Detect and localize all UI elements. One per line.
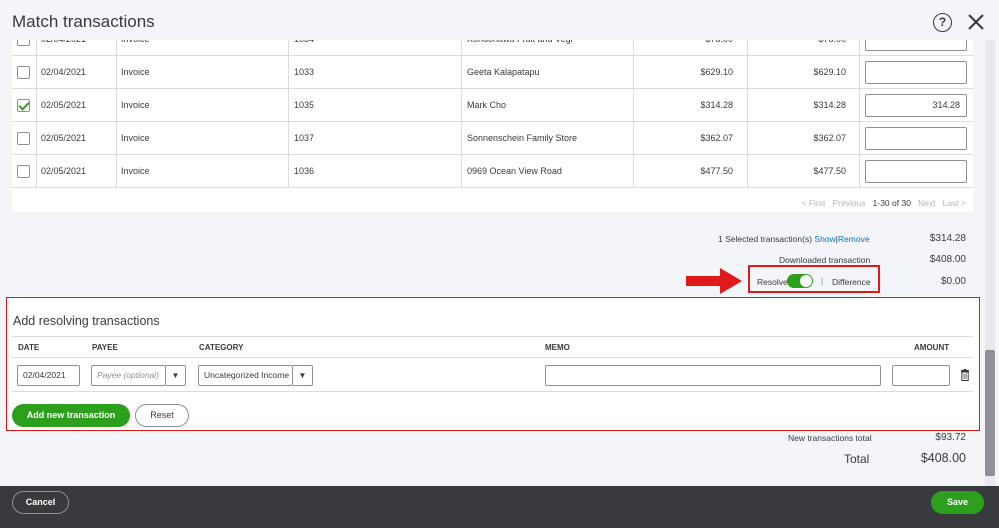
- selected-amount: $314.28: [929, 233, 966, 244]
- remove-link[interactable]: Remove: [838, 234, 870, 244]
- table-row[interactable]: 02/04/2021 Invoice 1034 Kondonawu Fruit …: [12, 40, 973, 56]
- row-type: Invoice: [121, 133, 150, 143]
- downloaded-label: Downloaded transaction: [779, 255, 871, 265]
- downloaded-amount: $408.00: [929, 254, 966, 265]
- row-checkbox[interactable]: [17, 165, 30, 178]
- red-arrow-icon: [686, 268, 742, 294]
- selected-summary: 1 Selected transaction(s) Show|Remove: [718, 234, 870, 244]
- row-original-amount: $362.07: [813, 133, 846, 143]
- close-icon[interactable]: [966, 12, 986, 32]
- row-checkbox[interactable]: [17, 132, 30, 145]
- row-number: 1035: [294, 100, 315, 110]
- new-transactions-total-label: New transactions total: [788, 433, 872, 443]
- category-select[interactable]: Uncategorized Income: [198, 365, 293, 386]
- pagination: < First Previous 1-30 of 30 Next Last >: [700, 198, 966, 208]
- col-memo: MEMO: [545, 343, 570, 352]
- col-date: DATE: [18, 343, 40, 352]
- pager-first[interactable]: < First: [802, 198, 826, 208]
- difference-label: Difference: [832, 277, 871, 287]
- resolving-transactions-panel: Add resolving transactions DATE PAYEE CA…: [6, 297, 980, 431]
- row-name: Geeta Kalapatapu: [467, 67, 540, 77]
- col-category: CATEGORY: [199, 343, 244, 352]
- resolving-row: 02/04/2021 Payee (optional) ▼ Uncategori…: [12, 359, 973, 392]
- row-date: 02/05/2021: [41, 100, 87, 110]
- resolve-toggle[interactable]: [787, 274, 813, 288]
- new-transactions-total-amount: $93.72: [935, 432, 966, 443]
- pager-previous[interactable]: Previous: [832, 198, 865, 208]
- row-number: 1033: [294, 67, 315, 77]
- row-original-amount: $629.10: [813, 67, 846, 77]
- transactions-table: 02/04/2021 Invoice 1034 Kondonawu Fruit …: [12, 40, 973, 212]
- difference-amount: $0.00: [940, 276, 966, 287]
- payee-input[interactable]: Payee (optional): [91, 365, 166, 386]
- resolve-label: Resolve: [757, 277, 788, 287]
- col-payee: PAYEE: [92, 343, 118, 352]
- save-button[interactable]: Save: [931, 491, 984, 514]
- chevron-down-icon[interactable]: ▼: [293, 365, 313, 386]
- cancel-button[interactable]: Cancel: [12, 491, 69, 514]
- payment-input[interactable]: 314.28: [865, 94, 967, 117]
- row-original-amount: $78.00: [748, 40, 846, 56]
- row-name: Kondonawu Fruit and Vegi: [467, 40, 573, 56]
- row-name: 0969 Ocean View Road: [467, 166, 562, 176]
- row-type: Invoice: [121, 100, 150, 110]
- resolving-title: Add resolving transactions: [13, 314, 160, 328]
- table-row[interactable]: 02/05/2021 Invoice 1036 0969 Ocean View …: [12, 155, 973, 188]
- pager-range: 1-30 of 30: [872, 198, 911, 208]
- reset-button[interactable]: Reset: [135, 404, 189, 427]
- row-checkbox[interactable]: [17, 66, 30, 79]
- row-open-balance: $629.10: [700, 67, 733, 77]
- payment-input[interactable]: [865, 160, 967, 183]
- date-input[interactable]: 02/04/2021: [17, 365, 80, 386]
- table-row[interactable]: 02/05/2021 Invoice 1037 Sonnenschein Fam…: [12, 122, 973, 155]
- pager-next[interactable]: Next: [918, 198, 935, 208]
- page-title: Match transactions: [12, 12, 155, 31]
- row-number: 1036: [294, 166, 315, 176]
- trash-icon[interactable]: [960, 369, 970, 381]
- row-checkbox-checked[interactable]: [17, 99, 30, 112]
- total-amount: $408.00: [920, 451, 966, 465]
- row-type: Invoice: [121, 67, 150, 77]
- pager-last[interactable]: Last >: [943, 198, 966, 208]
- show-link[interactable]: Show: [814, 234, 835, 244]
- row-original-amount: $314.28: [813, 100, 846, 110]
- row-date: 02/05/2021: [41, 166, 87, 176]
- modal-header: Match transactions ?: [0, 0, 999, 40]
- row-open-balance: $314.28: [700, 100, 733, 110]
- resolving-table-header: DATE PAYEE CATEGORY MEMO AMOUNT: [12, 336, 973, 358]
- row-name: Sonnenschein Family Store: [467, 133, 578, 143]
- selected-label: 1 Selected transaction(s): [718, 234, 813, 244]
- row-open-balance: $78.00: [634, 40, 733, 56]
- row-open-balance: $477.50: [700, 166, 733, 176]
- col-amount: AMOUNT: [914, 343, 950, 352]
- payment-input[interactable]: [865, 127, 967, 150]
- row-open-balance: $362.07: [700, 133, 733, 143]
- help-icon[interactable]: ?: [933, 13, 952, 32]
- table-row[interactable]: 02/05/2021 Invoice 1035 Mark Cho $314.28…: [12, 89, 973, 122]
- payment-input[interactable]: [865, 40, 967, 51]
- row-number: 1037: [294, 133, 315, 143]
- row-type: Invoice: [121, 40, 150, 56]
- memo-input[interactable]: [545, 365, 881, 386]
- amount-input[interactable]: [892, 365, 950, 386]
- row-checkbox[interactable]: [17, 40, 30, 46]
- row-name: Mark Cho: [467, 100, 507, 110]
- row-number: 1034: [294, 40, 314, 56]
- row-date: 02/04/2021: [41, 40, 86, 56]
- add-new-transaction-button[interactable]: Add new transaction: [12, 404, 130, 427]
- row-original-amount: $477.50: [813, 166, 846, 176]
- scrollbar-thumb[interactable]: [985, 350, 995, 476]
- row-date: 02/05/2021: [41, 133, 87, 143]
- row-type: Invoice: [121, 166, 150, 176]
- modal-footer: [0, 486, 999, 528]
- chevron-down-icon[interactable]: ▼: [166, 365, 186, 386]
- row-date: 02/04/2021: [41, 67, 87, 77]
- table-row[interactable]: 02/04/2021 Invoice 1033 Geeta Kalapatapu…: [12, 56, 973, 89]
- toggle-separator: |: [821, 276, 824, 286]
- payment-input[interactable]: [865, 61, 967, 84]
